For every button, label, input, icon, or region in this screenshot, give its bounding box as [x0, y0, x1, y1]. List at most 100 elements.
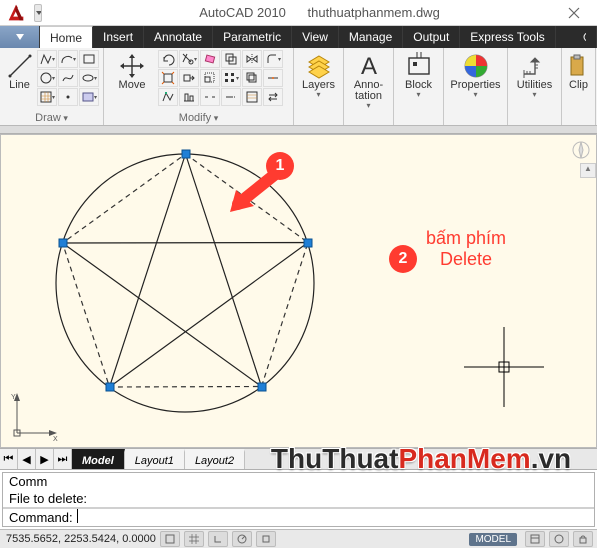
status-osnap-icon[interactable]	[256, 531, 276, 547]
tool-explode[interactable]	[158, 69, 178, 87]
tool-fillet[interactable]	[263, 50, 283, 68]
layout-tab-model[interactable]: Model	[72, 449, 125, 469]
tab-parametric[interactable]: Parametric	[213, 26, 292, 48]
ribbon-panel-modify: Move Mod	[104, 48, 294, 125]
model-space-canvas[interactable]: 1 2 bấm phím Delete Y X ▲	[0, 134, 597, 448]
modify-tool-grid	[158, 50, 283, 106]
info-icon: ?	[583, 32, 586, 42]
tool-align[interactable]	[179, 88, 199, 106]
tool-join[interactable]	[263, 69, 283, 87]
grip-vertex-top[interactable]	[181, 150, 190, 159]
app-logo-icon[interactable]	[4, 2, 28, 24]
grip-vertex-bottom-left[interactable]	[105, 383, 114, 392]
canvas-scrollbar-vertical[interactable]: ▲	[580, 163, 596, 178]
tool-layers[interactable]: Layers ▾	[298, 50, 339, 99]
tool-edit-hatch[interactable]	[242, 88, 262, 106]
callout-arrow-icon	[226, 170, 281, 215]
ribbon-panel-draw: Line Draw	[0, 48, 104, 125]
ribbon-panel-properties: Properties ▾	[444, 48, 508, 125]
ribbon: Line Draw Move	[0, 48, 597, 126]
tool-clipboard[interactable]: Clip	[566, 50, 591, 91]
grip-vertex-left[interactable]	[58, 239, 67, 248]
tool-rotate[interactable]	[158, 50, 178, 68]
tool-reverse[interactable]	[263, 88, 283, 106]
status-workspace-icon[interactable]	[549, 531, 569, 547]
tool-hatch[interactable]	[37, 88, 57, 106]
status-lock-icon[interactable]	[573, 531, 593, 547]
tool-scale[interactable]	[200, 69, 220, 87]
tab-manage[interactable]: Manage	[339, 26, 403, 48]
tab-annotate[interactable]: Annotate	[144, 26, 213, 48]
tool-arc[interactable]	[58, 50, 78, 68]
panel-title-draw[interactable]: Draw	[35, 112, 68, 124]
tab-view[interactable]: View	[292, 26, 339, 48]
tool-array[interactable]	[221, 69, 241, 87]
command-prompt: Command:	[3, 509, 75, 526]
layout-tab-layout1[interactable]: Layout1	[125, 449, 185, 469]
tool-break[interactable]	[200, 88, 220, 106]
tool-copy[interactable]	[221, 50, 241, 68]
grip-vertex-bottom-right[interactable]	[257, 382, 266, 391]
ucs-icon: Y X	[9, 391, 59, 441]
close-icon	[568, 7, 580, 19]
tool-properties[interactable]: Properties ▾	[448, 50, 503, 99]
measure-icon	[521, 52, 549, 80]
tool-spline[interactable]	[58, 69, 78, 87]
tool-block[interactable]: Block ▾	[398, 50, 439, 99]
layout-tab-prev[interactable]: ◀	[18, 449, 36, 469]
qat-dropdown-icon[interactable]	[34, 4, 42, 22]
app-menu-button[interactable]	[0, 26, 40, 48]
window-close-button[interactable]	[551, 0, 597, 26]
ribbon-tabs: Home Insert Annotate Parametric View Man…	[0, 26, 597, 48]
ribbon-panel-utilities: Utilities ▾	[508, 48, 562, 125]
command-window[interactable]: Comm File to delete: Command:	[2, 472, 595, 527]
status-snap-icon[interactable]	[160, 531, 180, 547]
status-ortho-icon[interactable]	[208, 531, 228, 547]
status-quick-properties-icon[interactable]	[525, 531, 545, 547]
callout-text-line-2: Delete	[426, 249, 506, 270]
ribbon-help-button[interactable]: ?	[573, 26, 597, 48]
status-grid-icon[interactable]	[184, 531, 204, 547]
tool-line-label: Line	[9, 80, 30, 91]
tool-polyline[interactable]	[37, 50, 57, 68]
tool-point[interactable]	[58, 88, 78, 106]
tool-ellipse[interactable]	[79, 69, 99, 87]
text-icon: A	[355, 52, 383, 80]
tool-erase[interactable]	[200, 50, 220, 68]
grip-vertex-right[interactable]	[304, 238, 313, 247]
draw-tool-grid	[37, 50, 99, 106]
tool-move[interactable]: Move	[108, 50, 156, 91]
tool-rectangle[interactable]	[79, 50, 99, 68]
svg-text:X: X	[53, 436, 58, 441]
tool-utilities[interactable]: Utilities ▾	[512, 50, 557, 99]
navigation-compass-icon[interactable]	[572, 141, 590, 159]
layout-tab-next[interactable]: ▶	[36, 449, 54, 469]
layout-tab-layout2[interactable]: Layout2	[185, 449, 245, 469]
tool-offset[interactable]	[242, 69, 262, 87]
tool-line[interactable]: Line	[4, 50, 35, 91]
tool-stretch[interactable]	[179, 69, 199, 87]
tool-mirror[interactable]	[242, 50, 262, 68]
tab-output[interactable]: Output	[403, 26, 460, 48]
tool-region[interactable]	[79, 88, 99, 106]
tool-circle[interactable]	[37, 69, 57, 87]
tab-express-tools[interactable]: Express Tools	[460, 26, 555, 48]
command-cursor[interactable]	[77, 509, 78, 523]
command-history-1: Comm	[3, 473, 594, 490]
tab-home[interactable]: Home	[40, 26, 93, 48]
panel-title-modify[interactable]: Modify	[179, 112, 218, 124]
tool-annotation[interactable]: A Anno- tation ▾	[348, 50, 389, 110]
status-polar-icon[interactable]	[232, 531, 252, 547]
properties-icon	[462, 52, 490, 80]
block-icon	[405, 52, 433, 80]
ribbon-panel-layers: Layers ▾	[294, 48, 344, 125]
layout-tab-first[interactable]: ⏮	[0, 449, 18, 469]
tool-lengthen[interactable]	[221, 88, 241, 106]
status-model-button[interactable]: MODEL	[469, 533, 517, 546]
tool-edit-polyline[interactable]	[158, 88, 178, 106]
tool-trim[interactable]	[179, 50, 199, 68]
svg-text:Y: Y	[11, 394, 16, 401]
tab-insert[interactable]: Insert	[93, 26, 144, 48]
quick-access-toolbar	[34, 4, 42, 22]
layout-tab-last[interactable]: ⏭	[54, 449, 72, 469]
